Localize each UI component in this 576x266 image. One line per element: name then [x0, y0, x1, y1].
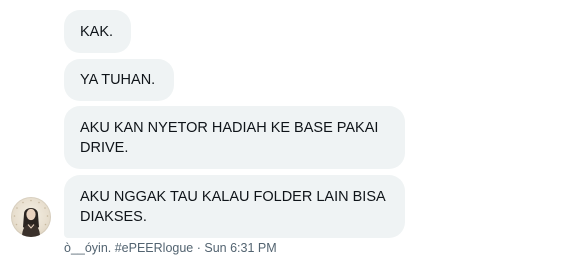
message-text: KAK. [80, 23, 114, 40]
profile-avatar-illustration-icon [13, 199, 49, 237]
message-bubble[interactable]: KAK. [64, 10, 131, 53]
message-timestamp: Sun 6:31 PM [204, 241, 277, 255]
avatar[interactable] [11, 197, 51, 237]
sender-name[interactable]: ò__óyin. #ePEERlogue [64, 241, 193, 255]
message-text: AKU KAN NYETOR HADIAH KE BASE PAKAI DRIV… [80, 119, 379, 156]
dm-conversation-thread: KAK. YA TUHAN. AKU KAN NYETOR HADIAH KE … [0, 0, 576, 266]
message-meta: ò__óyin. #ePEERlogue · Sun 6:31 PM [64, 240, 277, 256]
message-bubble[interactable]: YA TUHAN. [64, 59, 174, 101]
message-bubble[interactable]: AKU NGGAK TAU KALAU FOLDER LAIN BISA DIA… [64, 175, 405, 238]
meta-separator: · [193, 241, 205, 255]
message-text: YA TUHAN. [80, 72, 156, 88]
message-text: AKU NGGAK TAU KALAU FOLDER LAIN BISA DIA… [80, 188, 386, 225]
message-bubble[interactable]: AKU KAN NYETOR HADIAH KE BASE PAKAI DRIV… [64, 106, 405, 169]
